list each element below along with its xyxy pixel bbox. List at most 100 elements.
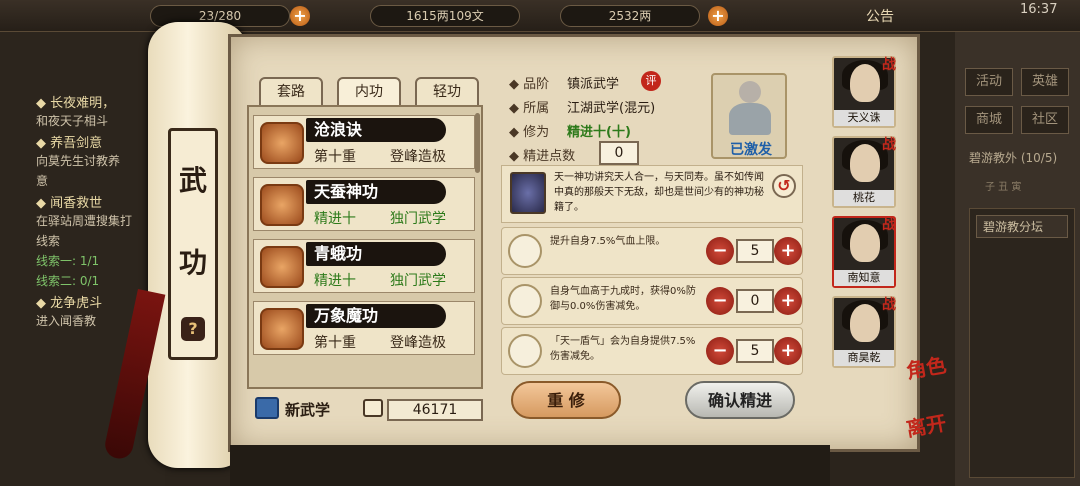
notice-button[interactable]: 公告 [866, 6, 894, 26]
party-member[interactable]: 南知意 战 [832, 216, 896, 288]
quest-line[interactable]: 和夜天子相斗 [36, 112, 108, 129]
refine-label: ◆ 精进点数 [509, 149, 576, 164]
party-member[interactable]: 天义诛 战 [832, 56, 896, 128]
tab-inner[interactable]: 内功 [337, 77, 401, 107]
skill-item[interactable]: 万象魔功 第十重 登峰造极 [253, 301, 475, 355]
attribute-value: 5 [736, 339, 774, 363]
skill-rank: 登峰造极 [390, 149, 446, 165]
scroll-title-plate: 武 功 ? [168, 128, 218, 360]
silver-display: 2532两 [560, 5, 700, 27]
attribute-value: 0 [736, 289, 774, 313]
increase-button[interactable]: + [774, 337, 802, 365]
description-text: 天一神功讲究天人合一，与天同寿。虽不如传闻中真的那般天下无敌，却也是世间少有的神… [554, 172, 764, 213]
avatar [850, 144, 880, 182]
skill-item[interactable]: 青蛾功 精进十 独门武学 [253, 239, 475, 293]
scroll-title-char2: 功 [179, 246, 208, 279]
quest-panel[interactable]: ◆ 长夜难明， 和夜天子相斗 ◆ 养吾剑意 向莫先生讨教养意 ◆ 闻香救世 在驿站周遭搜集… [0, 32, 165, 486]
skill-rank: 独门武学 [390, 211, 446, 227]
monk-icon [739, 81, 761, 103]
clock: 16:37 [1020, 2, 1058, 17]
quest-line[interactable]: ◆ 龙争虎斗 [36, 292, 102, 311]
party-member[interactable]: 桃花 战 [832, 136, 896, 208]
battle-tag: 战 [882, 297, 896, 313]
quest-line[interactable]: 进入闻香教 [36, 312, 96, 329]
copper-display: 1615两109文 [370, 5, 520, 27]
belong-value: 江湖武学(混元) [567, 101, 656, 116]
scroll-title-char1: 武 [179, 164, 208, 197]
grade-value: 镇派武学 [567, 77, 620, 92]
skill-name: 万象魔功 [306, 304, 446, 328]
quest-line[interactable]: ◆ 闻香救世 [36, 192, 102, 211]
skill-level: 第十重 [314, 335, 356, 351]
skill-book-icon [510, 172, 546, 214]
skill-list-scrollbar[interactable] [475, 113, 480, 173]
battle-tag: 战 [882, 217, 896, 233]
leave-button[interactable]: 离开 [904, 407, 948, 443]
right-panel: 活动 英雄 商城 社区 碧游教外 (10/5) 子 丑 寅 碧游教分坛 [955, 32, 1080, 486]
bottom-menu-bar[interactable] [230, 445, 830, 486]
tab-light[interactable]: 轻功 [415, 77, 479, 107]
shop-button[interactable]: 商城 [965, 106, 1013, 134]
add-silver-button[interactable]: + [708, 6, 728, 26]
community-button[interactable]: 社区 [1021, 106, 1069, 134]
points-display: 46171 [387, 399, 483, 421]
help-button[interactable]: ? [181, 317, 205, 341]
attribute-icon [508, 334, 542, 368]
attribute-icon [508, 234, 542, 268]
skill-scroll-icon [260, 246, 304, 288]
skill-list[interactable]: 沧浪诀 第十重 登峰造极 天蚕神功 精进十 独门武学 青蛾功 精进十 独门武学 万象魔功 第十重 登峰… [247, 105, 483, 389]
quest-line[interactable]: 在驿站周遭搜集打 [36, 212, 132, 229]
decrease-button[interactable]: − [706, 237, 734, 265]
attribute-card: 自身气血高于九成时，获得0%防御与0.0%伤害减免。 −0 + [501, 277, 803, 325]
decrease-button[interactable]: − [706, 287, 734, 315]
skill-panel: 套路 内功 轻功 沧浪诀 第十重 登峰造极 天蚕神功 精进十 独门武学 青蛾功 精进十 独门武学… [228, 34, 920, 452]
reset-button[interactable]: 重 修 [511, 381, 621, 419]
belong-label: ◆ 所属 [509, 101, 550, 116]
skill-scroll-icon [260, 184, 304, 226]
attribute-icon [508, 284, 542, 318]
skill-level: 第十重 [314, 149, 356, 165]
add-capacity-button[interactable]: + [290, 6, 310, 26]
decrease-button[interactable]: − [706, 337, 734, 365]
tab-routine[interactable]: 套路 [259, 77, 323, 107]
activated-label: 已激发 [730, 142, 772, 158]
role-button[interactable]: 角色 [904, 349, 948, 385]
avatar [850, 224, 880, 262]
quest-line[interactable]: 线索一: 1/1 [36, 252, 99, 269]
skill-name: 天蚕神功 [306, 180, 446, 204]
increase-button[interactable]: + [774, 237, 802, 265]
avatar [850, 64, 880, 102]
skill-item[interactable]: 天蚕神功 精进十 独门武学 [253, 177, 475, 231]
quest-line[interactable]: 线索二: 0/1 [36, 272, 99, 289]
undo-arrow-icon[interactable]: ↺ [772, 174, 796, 198]
new-skill-label[interactable]: 新武学 [285, 399, 330, 420]
party-member-name: 南知意 [834, 270, 894, 286]
increase-button[interactable]: + [774, 287, 802, 315]
grade-badge[interactable]: 评 [641, 71, 661, 91]
skill-portrait: 已激发 [711, 73, 787, 159]
skill-item[interactable]: 沧浪诀 第十重 登峰造极 [253, 115, 475, 169]
time-tag: 子 丑 寅 [985, 182, 1022, 193]
chat-area[interactable]: 碧游教分坛 [969, 208, 1075, 478]
skill-scroll-icon [260, 122, 304, 164]
battle-tag: 战 [882, 57, 896, 73]
confirm-refine-button[interactable]: 确认精进 [685, 381, 795, 419]
new-skill-icon[interactable] [255, 397, 279, 419]
refine-value: 0 [599, 141, 639, 165]
faction-label: 碧游教外 (10/5) [969, 151, 1058, 165]
grade-label: ◆ 品阶 [509, 77, 550, 92]
quest-line[interactable]: ◆ 养吾剑意 [36, 132, 102, 151]
quest-line[interactable]: 意 [36, 172, 48, 189]
chat-channel[interactable]: 碧游教分坛 [976, 215, 1068, 238]
quest-line[interactable]: 线索 [36, 232, 60, 249]
quest-line[interactable]: ◆ 长夜难明， [36, 92, 115, 111]
skill-scroll-icon [260, 308, 304, 350]
attribute-card: 提升自身7.5%气血上限。 −5 + [501, 227, 803, 275]
party-member-name: 天义诛 [834, 110, 894, 126]
cultivate-label: ◆ 修为 [509, 125, 550, 140]
activity-button[interactable]: 活动 [965, 68, 1013, 96]
hero-button[interactable]: 英雄 [1021, 68, 1069, 96]
party-member[interactable]: 商昊乾 战 [832, 296, 896, 368]
description-box: 天一神功讲究天人合一，与天同寿。虽不如传闻中真的那般天下无敌，却也是世间少有的神… [501, 165, 803, 223]
quest-line[interactable]: 向莫先生讨教养 [36, 152, 120, 169]
